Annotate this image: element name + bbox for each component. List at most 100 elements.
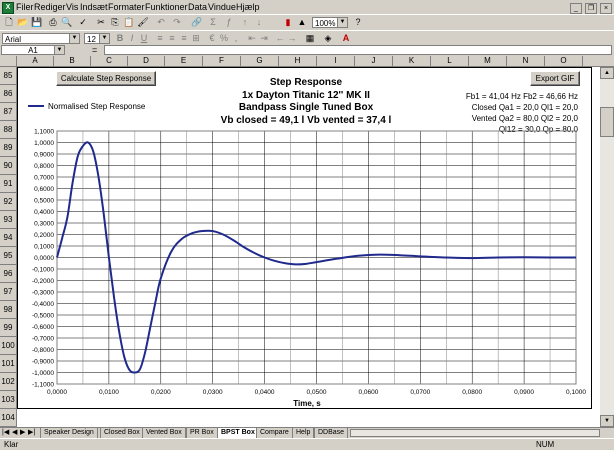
menu-data[interactable]: Data	[188, 1, 207, 13]
select-all-corner[interactable]	[0, 56, 17, 66]
menu-format[interactable]: Formater	[108, 1, 145, 13]
worksheet[interactable]: ABCDEFGHIJKLMNO 85 86 87 88 89 90 91 92 93 94 95 96…	[0, 56, 614, 427]
formula-input[interactable]	[104, 45, 612, 55]
comma-style-icon[interactable]: ,	[230, 33, 242, 44]
font-color-icon[interactable]: A	[340, 33, 352, 44]
row-header-87[interactable]: 87	[0, 103, 16, 121]
open-folder-icon[interactable]: 📂	[17, 17, 29, 28]
drawing-icon[interactable]: ▲	[296, 17, 308, 28]
row-header-94[interactable]: 94	[0, 229, 16, 247]
decrease-decimal-icon[interactable]: ←	[274, 33, 286, 44]
autosum-icon[interactable]: Σ	[207, 17, 219, 28]
column-header-f[interactable]: F	[203, 56, 241, 66]
font-name-select[interactable]: Arial ▼	[2, 33, 80, 44]
column-header-n[interactable]: N	[507, 56, 545, 66]
menu-tools[interactable]: Funktioner	[145, 1, 188, 13]
column-header-i[interactable]: I	[317, 56, 355, 66]
copy-icon[interactable]: ⎘	[109, 17, 121, 28]
increase-indent-icon[interactable]: ⇥	[258, 33, 270, 44]
align-center-icon[interactable]: ≡	[166, 33, 178, 44]
minimize-icon[interactable]: _	[570, 3, 582, 14]
row-header-98[interactable]: 98	[0, 301, 16, 319]
sort-descending-icon[interactable]: ↓	[253, 17, 265, 28]
fill-color-icon[interactable]: ◈	[322, 33, 334, 44]
row-header-85[interactable]: 85	[0, 67, 16, 85]
row-header-91[interactable]: 91	[0, 175, 16, 193]
column-header-c[interactable]: C	[91, 56, 128, 66]
row-header-88[interactable]: 88	[0, 121, 16, 139]
print-icon[interactable]: ⎙	[47, 17, 59, 28]
save-icon[interactable]: 💾	[31, 17, 43, 28]
row-header-95[interactable]: 95	[0, 247, 16, 265]
column-header-e[interactable]: E	[165, 56, 203, 66]
font-size-select[interactable]: 12 ▼	[84, 33, 110, 44]
column-header-h[interactable]: H	[279, 56, 317, 66]
align-right-icon[interactable]: ≡	[178, 33, 190, 44]
column-header-k[interactable]: K	[393, 56, 431, 66]
print-preview-icon[interactable]: 🔍	[61, 17, 73, 28]
redo-icon[interactable]: ↷	[171, 17, 183, 28]
tab-nav-next-icon[interactable]: ▶	[20, 428, 25, 438]
tab-nav-first-icon[interactable]: |◀	[2, 428, 9, 438]
cut-icon[interactable]: ✂	[95, 17, 107, 28]
italic-icon[interactable]: I	[126, 33, 138, 44]
row-header-101[interactable]: 101	[0, 355, 16, 373]
sort-ascending-icon[interactable]: ↑	[239, 17, 251, 28]
row-header-100[interactable]: 100	[0, 337, 16, 355]
spelling-icon[interactable]: ✓	[77, 17, 89, 28]
formula-equals[interactable]: =	[92, 44, 97, 56]
column-header-a[interactable]: A	[17, 56, 54, 66]
undo-icon[interactable]: ↶	[155, 17, 167, 28]
borders-icon[interactable]: ▦	[304, 33, 316, 44]
align-left-icon[interactable]: ≡	[154, 33, 166, 44]
chart-wizard-icon[interactable]: ▮	[282, 17, 294, 28]
vertical-scrollbar[interactable]: ▲ ▼	[600, 67, 614, 427]
row-header-93[interactable]: 93	[0, 211, 16, 229]
menu-window[interactable]: Vindue	[208, 1, 236, 13]
column-header-l[interactable]: L	[431, 56, 469, 66]
row-header-96[interactable]: 96	[0, 265, 16, 283]
menu-edit[interactable]: Rediger	[34, 1, 66, 13]
row-header-92[interactable]: 92	[0, 193, 16, 211]
scroll-thumb[interactable]	[600, 107, 614, 137]
close-icon[interactable]: ×	[600, 3, 612, 14]
currency-icon[interactable]: €	[206, 33, 218, 44]
new-document-icon[interactable]: 🗋	[3, 17, 15, 28]
name-box[interactable]: A1 ▼	[1, 45, 65, 55]
zoom-select[interactable]: 100% ▼	[312, 17, 348, 28]
bold-icon[interactable]: B	[114, 33, 126, 44]
increase-decimal-icon[interactable]: →	[286, 33, 298, 44]
merge-center-icon[interactable]: ⊞	[190, 33, 202, 44]
menu-view[interactable]: Vis	[66, 1, 78, 13]
underline-icon[interactable]: U	[138, 33, 150, 44]
function-icon[interactable]: ƒ	[223, 17, 235, 28]
hyperlink-icon[interactable]: 🔗	[191, 17, 203, 28]
percent-icon[interactable]: %	[218, 33, 230, 44]
column-header-g[interactable]: G	[241, 56, 279, 66]
excel-app-icon[interactable]: X	[2, 2, 14, 14]
scroll-up-icon[interactable]: ▲	[600, 67, 614, 79]
tab-nav-prev-icon[interactable]: ◀	[12, 428, 17, 438]
column-header-m[interactable]: M	[469, 56, 507, 66]
office-assistant-icon[interactable]: ?	[352, 17, 364, 28]
horizontal-scrollbar[interactable]	[350, 429, 600, 437]
format-painter-icon[interactable]: 🖌	[137, 17, 149, 28]
column-header-j[interactable]: J	[355, 56, 393, 66]
scroll-down-icon[interactable]: ▼	[600, 415, 614, 427]
paste-icon[interactable]: 📋	[123, 17, 135, 28]
decrease-indent-icon[interactable]: ⇤	[246, 33, 258, 44]
column-header-d[interactable]: D	[128, 56, 165, 66]
restore-icon[interactable]: ❐	[585, 3, 597, 14]
row-header-86[interactable]: 86	[0, 85, 16, 103]
row-header-99[interactable]: 99	[0, 319, 16, 337]
row-header-90[interactable]: 90	[0, 157, 16, 175]
row-header-89[interactable]: 89	[0, 139, 16, 157]
row-header-104[interactable]: 104	[0, 409, 16, 427]
tab-nav-last-icon[interactable]: ▶|	[28, 428, 35, 438]
column-header-b[interactable]: B	[54, 56, 91, 66]
menu-insert[interactable]: Indsæt	[80, 1, 108, 13]
column-header-o[interactable]: O	[545, 56, 583, 66]
chart-area[interactable]: Calculate Step Response Export GIF Step …	[17, 67, 592, 409]
row-header-103[interactable]: 103	[0, 391, 16, 409]
row-header-102[interactable]: 102	[0, 373, 16, 391]
